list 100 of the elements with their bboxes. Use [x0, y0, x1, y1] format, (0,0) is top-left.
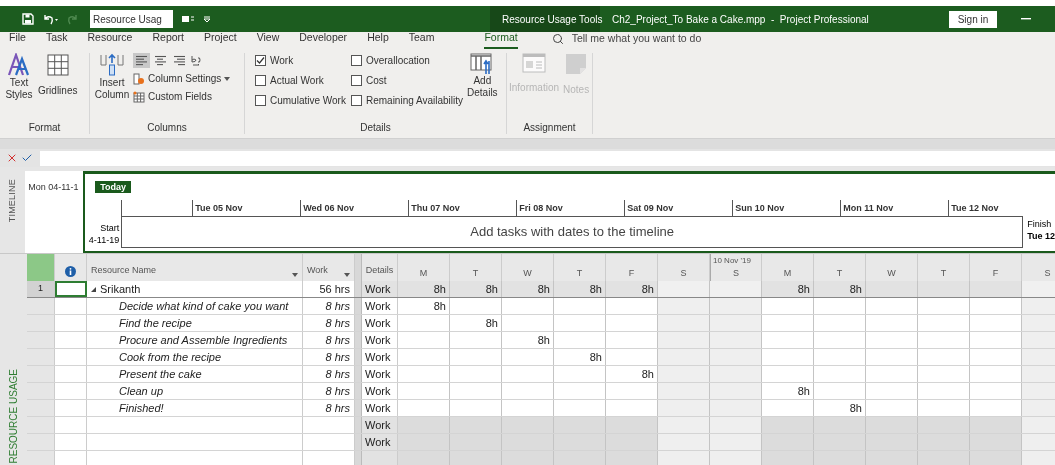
custom-fields-button[interactable]: Custom Fields: [133, 89, 231, 104]
split-bar[interactable]: [355, 417, 362, 433]
checkbox-label: Remaining Availability: [365, 94, 464, 108]
text-styles-button[interactable]: Text Styles: [4, 53, 34, 101]
timeline-label: TIMELINE: [5, 179, 18, 223]
split-bar[interactable]: [355, 366, 362, 382]
ribbon-tab[interactable]: Help: [367, 30, 389, 49]
table-cell: [658, 298, 710, 314]
table-cell: [970, 366, 1022, 382]
view-switch-icon[interactable]: [181, 14, 195, 24]
table-cell: [398, 366, 450, 382]
checkbox-label: Cumulative Work: [270, 94, 346, 108]
day-header: M: [782, 267, 793, 281]
split-bar[interactable]: [355, 298, 362, 314]
timeline-tick: Tue 12 Nov: [948, 200, 1055, 216]
minimize-icon[interactable]: [1021, 18, 1031, 20]
table-cell: 8h: [814, 281, 866, 297]
ribbon-tab[interactable]: Project: [204, 30, 237, 49]
indicator-cell[interactable]: [55, 281, 87, 297]
day-header: T: [575, 267, 584, 281]
table-cell: [918, 332, 970, 348]
table-cell: 8 hrs: [303, 366, 355, 382]
table-cell: Work: [362, 434, 398, 450]
table-cell: [970, 315, 1022, 331]
table-cell: [710, 451, 762, 465]
split-bar[interactable]: [355, 315, 362, 331]
table-cell: 8 hrs: [303, 400, 355, 416]
gridlines-button[interactable]: Gridlines: [38, 53, 78, 97]
timeline-tick: Thu 07 Nov: [408, 200, 517, 216]
search-icon: [551, 33, 564, 46]
day-header: S: [679, 267, 688, 281]
column-settings-button[interactable]: Column Settings: [133, 71, 231, 86]
checkbox[interactable]: [350, 75, 362, 86]
ribbon-tab[interactable]: View: [256, 30, 280, 49]
table-cell: Work: [362, 366, 398, 382]
split-bar[interactable]: [355, 254, 362, 281]
timeline-tick: Sat 09 Nov: [624, 200, 733, 216]
ribbon-tab[interactable]: Team: [408, 30, 435, 49]
table-cell: [450, 332, 502, 348]
table-cell: 8h: [554, 281, 606, 297]
ribbon-tab[interactable]: Resource: [87, 30, 133, 49]
table-cell: [762, 366, 814, 382]
table-cell: [658, 366, 710, 382]
table-cell: 8h: [762, 281, 814, 297]
table-cell: [658, 349, 710, 365]
table-cell: [970, 383, 1022, 399]
split-bar[interactable]: [355, 332, 362, 348]
checkbox[interactable]: [350, 95, 362, 106]
window-title: Ch2_Project_To Bake a Cake.mpp - Project Professional: [612, 12, 869, 27]
ribbon-tab[interactable]: Task: [45, 30, 68, 49]
view-name-field[interactable]: Resource Usag: [90, 10, 173, 28]
table-cell: [762, 315, 814, 331]
day-header: S: [1043, 267, 1052, 281]
add-details-button[interactable]: Add Details: [467, 53, 498, 99]
table-cell: [762, 298, 814, 314]
checkbox[interactable]: [255, 75, 266, 86]
customize-caret-icon[interactable]: [203, 15, 211, 23]
info-icon: [65, 266, 76, 277]
checkbox[interactable]: [255, 95, 266, 106]
cancel-icon[interactable]: [6, 152, 18, 164]
table-cell: [866, 298, 918, 314]
undo-icon[interactable]: [42, 13, 58, 25]
align-button[interactable]: [152, 53, 169, 68]
caret-icon: [344, 273, 350, 277]
ribbon-tab[interactable]: Report: [152, 30, 184, 49]
table-cell: [814, 366, 866, 382]
ribbon-tab[interactable]: Developer: [299, 30, 348, 49]
assignment-name: Finished!: [119, 400, 164, 416]
align-button[interactable]: [171, 53, 188, 68]
table-cell: [762, 332, 814, 348]
checkbox[interactable]: [350, 55, 362, 66]
checkbox-label: Work: [270, 54, 294, 68]
split-bar[interactable]: [355, 349, 362, 365]
table-cell: [710, 298, 762, 314]
split-bar[interactable]: [355, 400, 362, 416]
table-cell: [658, 400, 710, 416]
checkbox[interactable]: [255, 55, 266, 66]
split-bar[interactable]: [355, 383, 362, 399]
collapse-triangle-icon[interactable]: [91, 286, 96, 292]
sign-in-button[interactable]: Sign in: [949, 10, 997, 28]
split-bar[interactable]: [355, 281, 362, 297]
confirm-icon[interactable]: [21, 152, 33, 164]
table-cell: 8h: [398, 281, 450, 297]
day-header: T: [835, 267, 844, 281]
save-icon[interactable]: [22, 13, 34, 25]
timeline-start-date: Mon 04-11-1: [28, 182, 79, 192]
table-cell: 8h: [502, 281, 554, 297]
table-cell: [814, 349, 866, 365]
split-bar[interactable]: [355, 451, 362, 465]
insert-column-button[interactable]: Insert Column: [94, 53, 130, 101]
ribbon-tab[interactable]: File: [9, 30, 26, 49]
align-button[interactable]: [133, 53, 150, 68]
split-bar[interactable]: [355, 434, 362, 450]
tell-me-field[interactable]: Tell me what you want to do: [571, 31, 702, 47]
entry-field[interactable]: [40, 150, 1055, 166]
table-cell: [866, 383, 918, 399]
table-cell: [502, 400, 554, 416]
timeline-bar[interactable]: Add tasks with dates to the timeline: [121, 216, 1024, 248]
table-cell: [762, 400, 814, 416]
row-header[interactable]: 1: [27, 281, 55, 297]
